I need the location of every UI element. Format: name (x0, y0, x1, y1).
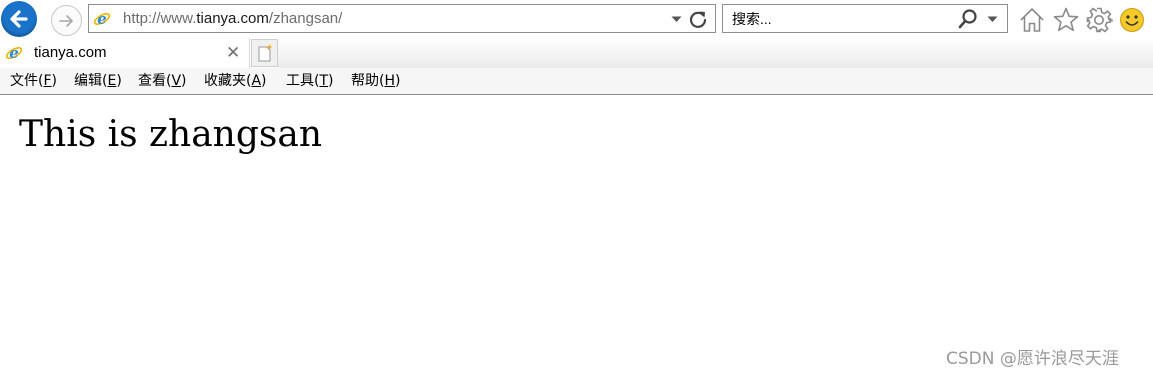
tab-title: tianya.com (34, 44, 107, 61)
menu-item-help[interactable]: 帮助(H) (351, 68, 400, 95)
menu-bar: 文件(F) 编辑(E) 查看(V) 收藏夹(A) 工具(T) 帮助(H) (0, 68, 1153, 95)
watermark-text: CSDN @愿许浪尽天涯 (946, 349, 1119, 369)
page-heading: This is zhangsan (19, 114, 323, 155)
menu-accelerator: H (384, 73, 395, 89)
page-content: This is zhangsan CSDN @愿许浪尽天涯 (0, 96, 1153, 376)
close-icon[interactable]: ✕ (226, 38, 240, 68)
menu-item-view[interactable]: 查看(V) (138, 68, 187, 95)
search-input[interactable] (732, 5, 952, 32)
menu-accelerator: F (43, 73, 52, 89)
star-icon[interactable] (1052, 6, 1080, 34)
chevron-down-icon[interactable] (987, 16, 998, 23)
menu-label-end: ) (51, 73, 57, 89)
menu-label: 文件( (10, 73, 44, 89)
menu-label-end: ) (116, 73, 122, 89)
menu-label-end: ) (395, 73, 401, 89)
search-icon[interactable] (957, 8, 979, 30)
back-arrow-icon (10, 10, 28, 28)
tab-strip: e tianya.com ✕ (0, 38, 1153, 68)
menu-label: 编辑( (74, 73, 108, 89)
menu-label: 收藏夹( (204, 73, 252, 89)
url-path: /zhangsan/ (268, 10, 343, 27)
forward-button[interactable] (51, 5, 82, 36)
menu-label-end: ) (181, 73, 187, 89)
refresh-icon[interactable] (687, 8, 709, 30)
home-icon[interactable] (1018, 6, 1046, 34)
ie-logo-icon: e (5, 44, 23, 62)
menu-item-favorites[interactable]: 收藏夹(A) (204, 68, 267, 95)
menu-label-end: ) (328, 73, 334, 89)
svg-text:e: e (97, 10, 107, 28)
url-domain: tianya.com (196, 10, 269, 27)
menu-label-end: ) (261, 73, 267, 89)
url-prefix: http://www. (123, 10, 197, 27)
navigation-bar: e http://www.tianya.com/zhangsan/ (0, 0, 1153, 40)
menu-accelerator: A (251, 73, 262, 89)
menu-item-edit[interactable]: 编辑(E) (74, 68, 122, 95)
gear-icon[interactable] (1085, 6, 1113, 34)
menu-item-tools[interactable]: 工具(T) (286, 68, 334, 95)
address-url[interactable]: http://www.tianya.com/zhangsan/ (123, 5, 342, 32)
back-button[interactable] (1, 1, 37, 37)
tab-strip-background (278, 38, 1153, 68)
menu-label: 帮助( (351, 73, 385, 89)
menu-label: 查看( (138, 73, 172, 89)
ie-logo-icon: e (93, 10, 111, 28)
menu-accelerator: E (107, 73, 117, 89)
svg-text:e: e (9, 44, 19, 62)
menu-accelerator: T (319, 73, 329, 89)
new-tab-icon (258, 44, 273, 62)
menu-label: 工具( (286, 73, 320, 89)
chevron-down-icon[interactable] (671, 16, 682, 23)
new-tab-button[interactable] (251, 39, 278, 67)
address-bar[interactable]: e http://www.tianya.com/zhangsan/ (88, 4, 716, 33)
browser-window: e http://www.tianya.com/zhangsan/ 搜索... … (0, 0, 1153, 376)
menu-accelerator: V (171, 73, 182, 89)
forward-arrow-icon (58, 14, 73, 27)
search-box[interactable] (722, 4, 1008, 33)
smiley-icon[interactable] (1118, 6, 1146, 34)
menu-item-file[interactable]: 文件(F) (10, 68, 57, 95)
tab-tianya[interactable]: e tianya.com ✕ (0, 38, 250, 68)
